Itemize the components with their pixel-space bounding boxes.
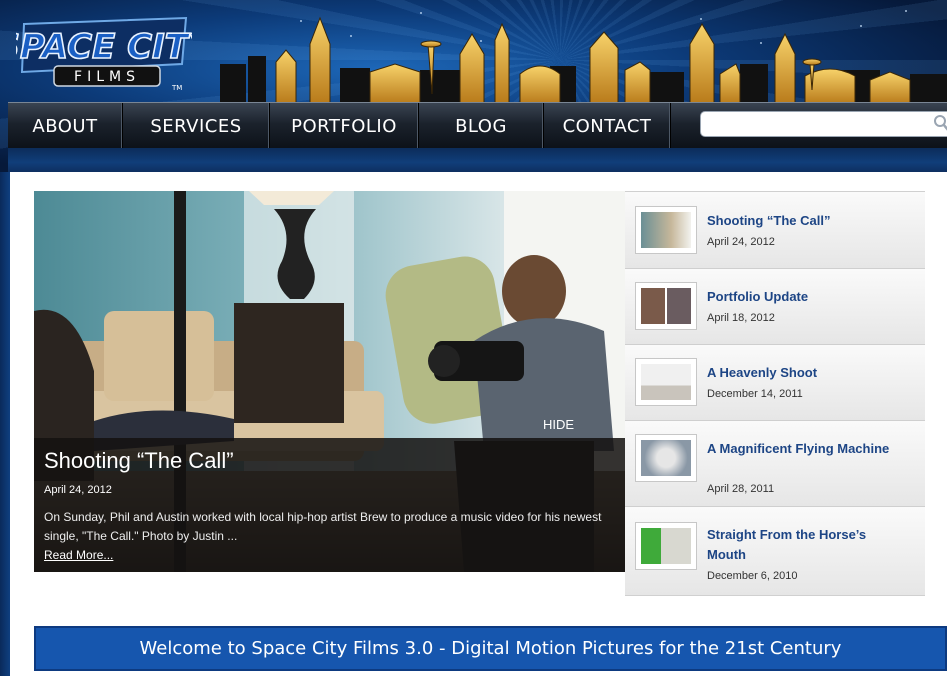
nav-item-about[interactable]: ABOUT <box>8 103 123 149</box>
list-item[interactable]: Shooting “The Call” April 24, 2012 <box>625 192 925 269</box>
nav-under-band <box>8 148 947 172</box>
post-title[interactable]: Portfolio Update <box>707 287 907 307</box>
nav-item-services[interactable]: SERVICES <box>123 103 270 149</box>
list-item[interactable]: Straight From the Horse’s Mouth December… <box>625 507 925 595</box>
svg-text:SPACE CITY: SPACE CITY <box>16 27 192 67</box>
featured-title[interactable]: Shooting “The Call” <box>44 448 234 474</box>
post-date: December 6, 2010 <box>707 570 798 582</box>
featured-excerpt: On Sunday, Phil and Austin worked with l… <box>44 508 619 565</box>
read-more-link[interactable]: Read More... <box>44 548 113 562</box>
post-date: April 28, 2011 <box>707 483 775 495</box>
list-item[interactable]: A Magnificent Flying Machine April 28, 2… <box>625 421 925 507</box>
hide-caption-button[interactable]: HIDE <box>543 417 574 432</box>
post-date: April 24, 2012 <box>707 236 775 248</box>
post-title[interactable]: Straight From the Horse’s Mouth <box>707 525 907 565</box>
post-date: April 18, 2012 <box>707 312 775 324</box>
search-icon[interactable] <box>933 114 947 132</box>
post-thumbnail[interactable] <box>635 434 697 482</box>
welcome-banner: Welcome to Space City Films 3.0 - Digita… <box>34 626 947 671</box>
post-thumbnail[interactable] <box>635 522 697 570</box>
svg-text:FILMS: FILMS <box>74 69 140 85</box>
page-left-edge <box>0 172 10 676</box>
search-input[interactable] <box>700 111 947 137</box>
nav-item-contact[interactable]: CONTACT <box>544 103 671 149</box>
nav-item-blog[interactable]: BLOG <box>419 103 544 149</box>
city-skyline-illustration <box>220 16 947 104</box>
featured-caption: Shooting “The Call” April 24, 2012 On Su… <box>34 438 625 572</box>
post-title[interactable]: Shooting “The Call” <box>707 211 907 231</box>
list-item[interactable]: Portfolio Update April 18, 2012 <box>625 269 925 345</box>
featured-excerpt-text: On Sunday, Phil and Austin worked with l… <box>44 510 602 543</box>
space-city-films-logo[interactable]: SPACE CITY FILMS TM <box>16 14 192 94</box>
post-thumbnail[interactable] <box>635 206 697 254</box>
recent-posts-list: Shooting “The Call” April 24, 2012 Portf… <box>625 191 925 596</box>
post-thumbnail[interactable] <box>635 358 697 406</box>
post-thumbnail[interactable] <box>635 282 697 330</box>
featured-date: April 24, 2012 <box>44 484 112 496</box>
post-title[interactable]: A Magnificent Flying Machine <box>707 439 907 459</box>
post-title[interactable]: A Heavenly Shoot <box>707 363 907 383</box>
post-date: December 14, 2011 <box>707 388 803 400</box>
svg-text:TM: TM <box>171 84 182 92</box>
nav-item-portfolio[interactable]: PORTFOLIO <box>270 103 419 149</box>
list-item[interactable]: A Heavenly Shoot December 14, 2011 <box>625 345 925 421</box>
welcome-text: Welcome to Space City Films 3.0 - Digita… <box>139 638 842 659</box>
